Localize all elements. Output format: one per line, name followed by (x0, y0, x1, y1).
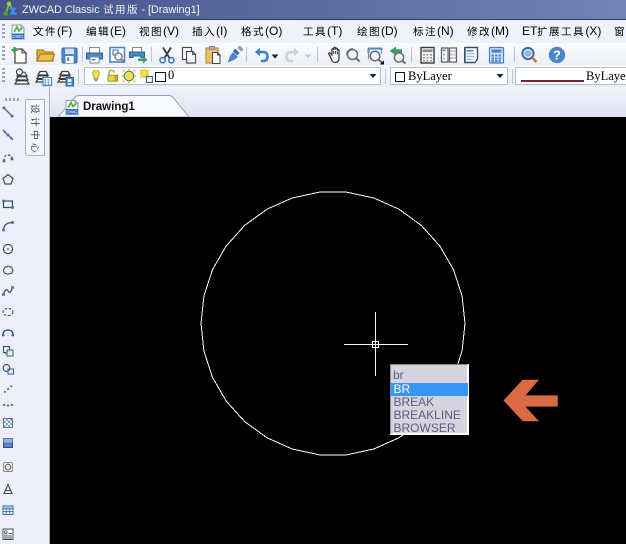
svg-text:DWG: DWG (66, 110, 78, 115)
svg-text:DWG: DWG (12, 34, 24, 39)
svg-text:?: ? (553, 49, 561, 63)
